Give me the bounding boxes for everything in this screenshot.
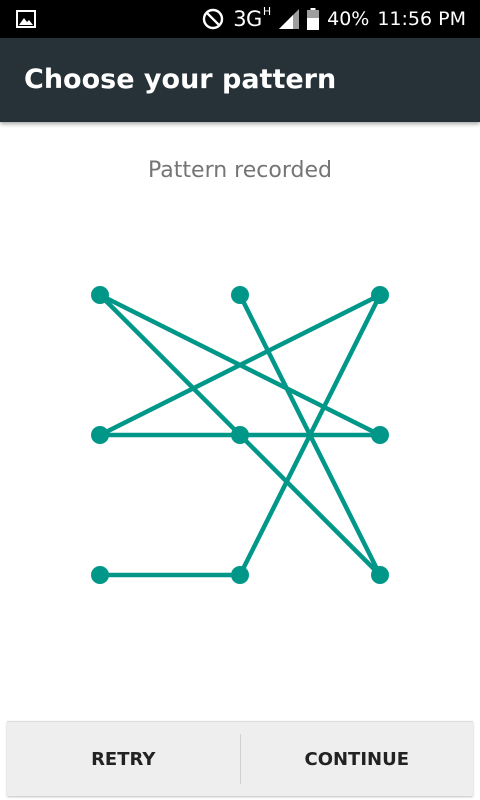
pattern-dot-r3-c3[interactable]	[371, 566, 389, 584]
continue-button[interactable]: CONTINUE	[241, 722, 474, 796]
footer-bar: RETRY CONTINUE	[7, 721, 473, 796]
pattern-dot-r1-c2[interactable]	[231, 286, 249, 304]
retry-button[interactable]: RETRY	[7, 722, 240, 796]
pattern-grid[interactable]	[0, 0, 480, 800]
pattern-dot-r2-c3[interactable]	[371, 426, 389, 444]
pattern-dot-r2-c2[interactable]	[231, 426, 249, 444]
pattern-dot-r2-c1[interactable]	[91, 426, 109, 444]
pattern-dot-r3-c2[interactable]	[231, 566, 249, 584]
pattern-dot-r3-c1[interactable]	[91, 566, 109, 584]
pattern-dot-r1-c1[interactable]	[91, 286, 109, 304]
pattern-dot-r1-c3[interactable]	[371, 286, 389, 304]
